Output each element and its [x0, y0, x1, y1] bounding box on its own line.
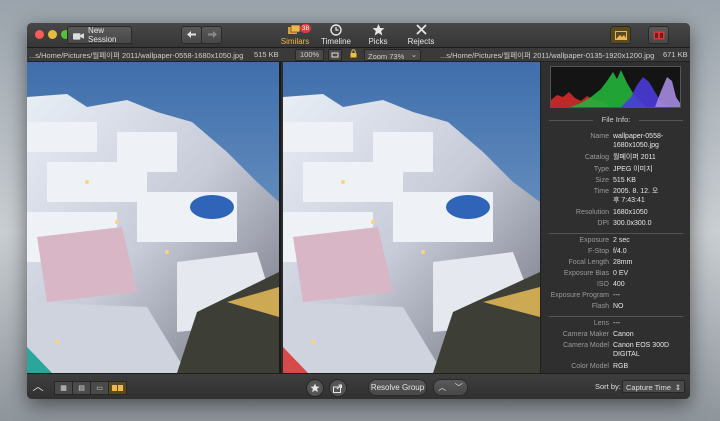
- compare-mode-button[interactable]: [109, 382, 126, 394]
- compare-mode-icon: [112, 385, 123, 391]
- minimize-window-button[interactable]: [48, 30, 57, 39]
- tab-picks-label: Picks: [368, 37, 388, 46]
- santorini-photo-left: [27, 62, 279, 373]
- santorini-photo-right: [283, 62, 540, 373]
- single-image-view-button[interactable]: ▭: [91, 382, 109, 394]
- next-group-button[interactable]: ﹀: [455, 382, 463, 393]
- collapse-button[interactable]: ︿: [31, 380, 45, 394]
- redo-button[interactable]: [201, 26, 222, 44]
- single-image-icon: ▭: [96, 385, 103, 392]
- group-navigation: ︿ ﹀: [433, 379, 468, 396]
- grid-small-view-button[interactable]: ▤: [73, 382, 91, 394]
- file-info-title: File Info:: [541, 115, 690, 124]
- chevron-up-icon: ︿: [438, 383, 447, 392]
- toolbar: New Session Similars 38 Timeline Picks R…: [27, 23, 690, 48]
- similars-count-badge: 38: [300, 24, 311, 33]
- zoom-100-button[interactable]: 100%: [295, 49, 325, 61]
- grid-small-icon: ▤: [78, 385, 85, 392]
- tab-rejects-label: Rejects: [407, 37, 435, 46]
- zoom-select[interactable]: Zoom 73% ⌄: [364, 49, 421, 61]
- chevron-up-icon: ︿: [32, 381, 44, 393]
- share-button[interactable]: [329, 379, 347, 397]
- tab-timeline-label: Timeline: [321, 37, 351, 46]
- x-icon: [401, 24, 441, 37]
- left-image-size: 515 KB: [254, 50, 279, 59]
- app-window: New Session Similars 38 Timeline Picks R…: [27, 23, 690, 399]
- compare-icon: [653, 31, 664, 39]
- fit-screen-button[interactable]: [328, 49, 342, 61]
- info-sidebar[interactable]: File Info: Name wallpaper-0558-1680x1050…: [540, 62, 690, 373]
- tab-timeline[interactable]: Timeline: [316, 24, 356, 46]
- lock-zoom-button[interactable]: [350, 49, 357, 60]
- share-icon: [333, 384, 342, 393]
- new-session-button[interactable]: New Session: [67, 26, 132, 44]
- star-icon: [310, 383, 320, 393]
- right-image-path: ...s/Home/Pictures/월페이퍼 2011/wallpaper-0…: [440, 51, 655, 60]
- left-image-path: ...s/Home/Pictures/월페이퍼 2011/wallpaper-0…: [29, 51, 244, 60]
- camera-icon: [73, 32, 85, 40]
- tab-rejects[interactable]: Rejects: [401, 24, 441, 46]
- tab-similars-label: Similars: [280, 37, 310, 46]
- close-window-button[interactable]: [35, 30, 44, 39]
- grid-view-button[interactable]: ▦: [55, 382, 73, 394]
- right-photo-pane[interactable]: [283, 62, 540, 373]
- sort-by-select[interactable]: Capture Time ⇕: [622, 380, 685, 393]
- tab-picks[interactable]: Picks: [358, 24, 398, 46]
- left-photo-pane[interactable]: [27, 62, 281, 373]
- clock-icon: [316, 24, 356, 37]
- divider: [549, 233, 683, 234]
- single-view-button[interactable]: [610, 26, 631, 44]
- bottom-bar: ︿ ▦ ▤ ▭ Resolve Group ︿ ﹀ Sort by: Captu…: [27, 373, 690, 399]
- tab-similars[interactable]: Similars 38: [275, 24, 315, 46]
- sort-by-value: Capture Time: [626, 383, 672, 392]
- redo-arrow-icon: [207, 31, 217, 38]
- histogram: [550, 66, 681, 108]
- zoom-select-value: Zoom 73%: [368, 52, 405, 61]
- resolve-group-button[interactable]: Resolve Group: [368, 379, 427, 396]
- chevron-down-icon: ﹀: [454, 383, 463, 392]
- grid-large-icon: ▦: [60, 385, 67, 392]
- pick-star-button[interactable]: [306, 379, 324, 397]
- undo-button[interactable]: [181, 26, 202, 44]
- view-mode-segment: ▦ ▤ ▭: [54, 381, 127, 395]
- chevron-updown-icon: ⇕: [674, 383, 681, 392]
- new-session-label: New Session: [88, 26, 117, 44]
- divider: [549, 316, 683, 317]
- previous-group-button[interactable]: ︿: [438, 382, 446, 393]
- sort-by-label: Sort by:: [595, 382, 621, 391]
- chevron-down-icon: ⌄: [410, 50, 417, 59]
- compare-view-button[interactable]: [648, 26, 669, 44]
- fit-screen-icon: [331, 52, 339, 58]
- lock-icon: [350, 49, 357, 58]
- right-image-size: 671 KB: [663, 50, 688, 59]
- star-icon: [358, 24, 398, 37]
- undo-arrow-icon: [186, 31, 196, 38]
- image-info-bar: ...s/Home/Pictures/월페이퍼 2011/wallpaper-0…: [27, 48, 690, 62]
- image-icon: [614, 30, 627, 40]
